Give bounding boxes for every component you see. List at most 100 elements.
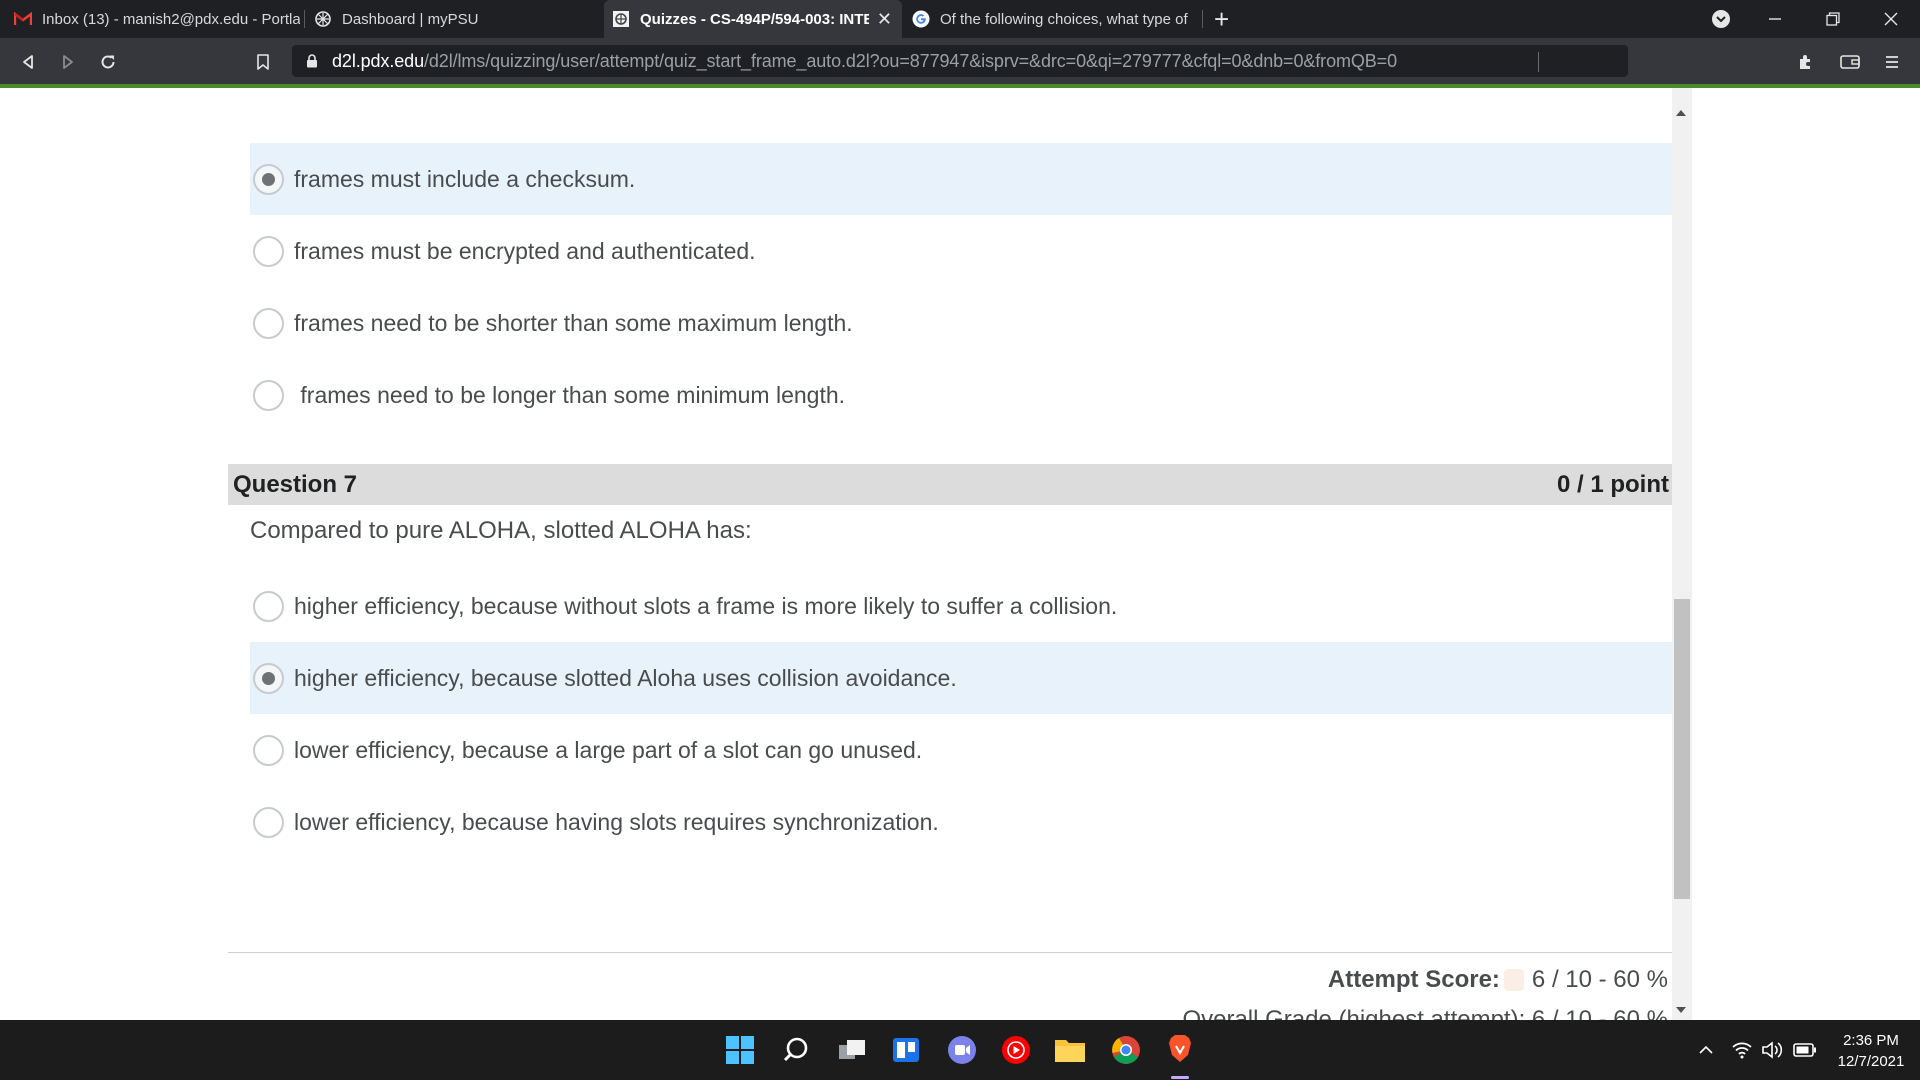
question-title: Question 7 xyxy=(233,471,358,498)
radio-button[interactable] xyxy=(253,235,284,267)
tab-label: Dashboard | myPSU xyxy=(342,10,479,28)
option-label: frames must include a checksum. xyxy=(294,165,636,192)
forward-arrow-icon xyxy=(63,55,73,69)
restore-icon xyxy=(1826,12,1840,26)
radio-button-selected[interactable] xyxy=(253,163,284,195)
clock-time: 2:36 PM xyxy=(1843,1032,1899,1049)
bookmark-button[interactable] xyxy=(249,48,277,76)
option-label: higher efficiency, because without slots… xyxy=(294,592,1118,619)
tab-search-button[interactable] xyxy=(1698,0,1744,38)
google-icon xyxy=(912,10,930,28)
tab-google-search[interactable]: Of the following choices, what type of xyxy=(912,0,1200,38)
reload-button[interactable] xyxy=(94,48,122,76)
widgets-button[interactable] xyxy=(886,1030,926,1070)
folder-icon xyxy=(1055,1040,1085,1062)
wallet-button[interactable] xyxy=(1836,48,1864,76)
volume-status[interactable] xyxy=(1760,1040,1784,1060)
radio-button-selected[interactable] xyxy=(253,662,284,694)
option-label: lower efficiency, because a large part o… xyxy=(294,736,923,763)
chevron-down-icon xyxy=(1712,10,1730,28)
option-label: frames need to be shorter than some maxi… xyxy=(294,309,853,336)
radio-dot xyxy=(262,671,275,685)
scroll-down-arrow[interactable] xyxy=(1676,1007,1686,1013)
score-indicator xyxy=(1503,969,1524,991)
chrome-button[interactable] xyxy=(1106,1030,1146,1070)
option-label: frames must be encrypted and authenticat… xyxy=(294,237,756,264)
tab-label: Quizzes - CS-494P/594-003: INTE xyxy=(640,10,869,28)
wifi-status[interactable] xyxy=(1730,1040,1754,1060)
active-app-indicator xyxy=(1171,1076,1189,1079)
quiz-content: frames must include a checksum. frames m… xyxy=(0,88,1920,1020)
start-button[interactable] xyxy=(720,1030,760,1070)
battery-status[interactable] xyxy=(1792,1040,1818,1060)
minimize-button[interactable] xyxy=(1752,0,1798,38)
bookmark-icon xyxy=(257,54,269,70)
chevron-up-icon xyxy=(1699,1045,1713,1054)
q6-option-1[interactable]: frames must include a checksum. xyxy=(250,143,1672,215)
close-tab-icon[interactable]: ✕ xyxy=(877,9,892,30)
system-clock[interactable]: 2:36 PM 12/7/2021 xyxy=(1826,1030,1916,1072)
radio-button[interactable] xyxy=(253,307,284,339)
minimize-icon xyxy=(1769,18,1781,20)
close-window-button[interactable] xyxy=(1868,0,1914,38)
scroll-up-arrow[interactable] xyxy=(1676,110,1686,116)
url-path: /d2l/lms/quizzing/user/attempt/quiz_star… xyxy=(423,50,1398,71)
address-bar[interactable]: d2l.pdx.edu/d2l/lms/quizzing/user/attemp… xyxy=(292,45,1628,77)
show-hidden-icons-button[interactable] xyxy=(1696,1040,1716,1060)
option-label: higher efficiency, because slotted Aloha… xyxy=(294,664,957,691)
extensions-button[interactable] xyxy=(1792,48,1820,76)
puzzle-icon xyxy=(1800,55,1810,69)
q7-option-4[interactable]: lower efficiency, because having slots r… xyxy=(250,786,1672,858)
restore-button[interactable] xyxy=(1810,0,1856,38)
address-bar-separator xyxy=(1538,52,1539,72)
teams-chat-button[interactable] xyxy=(942,1030,982,1070)
tab-mypsu[interactable]: Dashboard | myPSU xyxy=(314,0,594,38)
widgets-icon xyxy=(893,1038,919,1062)
scrollbar-thumb[interactable] xyxy=(1674,599,1690,899)
file-explorer-button[interactable] xyxy=(1050,1030,1090,1070)
question-points: 0 / 1 point xyxy=(1556,471,1669,498)
back-button[interactable] xyxy=(14,48,42,76)
clock-date: 12/7/2021 xyxy=(1837,1053,1905,1070)
tab-label: Of the following choices, what type of xyxy=(940,10,1188,28)
score-divider xyxy=(228,952,1672,953)
q7-option-1[interactable]: higher efficiency, because without slots… xyxy=(250,570,1672,642)
q7-option-2[interactable]: higher efficiency, because slotted Aloha… xyxy=(250,642,1672,714)
overall-grade: Overall Grade (highest attempt): 6 / 10 … xyxy=(1182,1006,1668,1020)
windows-taskbar: 2:36 PM 12/7/2021 xyxy=(0,1020,1920,1080)
youtube-music-button[interactable] xyxy=(996,1030,1036,1070)
search-button[interactable] xyxy=(776,1030,816,1070)
wallet-icon xyxy=(1840,55,1860,69)
question-7-header: Question 7 0 / 1 point xyxy=(228,464,1672,505)
speaker-icon xyxy=(1762,1041,1783,1059)
close-icon xyxy=(1884,12,1898,26)
windows-logo-icon xyxy=(726,1036,754,1064)
menu-button[interactable] xyxy=(1878,48,1906,76)
chrome-icon xyxy=(1112,1036,1140,1064)
q6-option-4[interactable]: frames need to be longer than some minim… xyxy=(250,359,1672,431)
new-tab-button[interactable]: + xyxy=(1214,4,1229,34)
brave-browser-button[interactable] xyxy=(1160,1030,1200,1070)
teams-chat-icon xyxy=(948,1036,976,1064)
radio-button[interactable] xyxy=(253,379,284,411)
tab-quizzes[interactable]: Quizzes - CS-494P/594-003: INTE ✕ xyxy=(604,0,902,38)
battery-icon xyxy=(1793,1043,1816,1057)
q7-option-3[interactable]: lower efficiency, because a large part o… xyxy=(250,714,1672,786)
radio-button[interactable] xyxy=(253,590,284,622)
attempt-score-value: 6 / 10 - 60 % xyxy=(1531,966,1668,993)
q6-option-3[interactable]: frames need to be shorter than some maxi… xyxy=(250,287,1672,359)
tab-gmail[interactable]: Inbox (13) - manish2@pdx.edu - Portla xyxy=(14,0,300,38)
gmail-icon xyxy=(14,10,32,28)
task-view-button[interactable] xyxy=(832,1030,872,1070)
psu-icon xyxy=(314,10,332,28)
hamburger-menu-icon xyxy=(1886,56,1898,68)
q6-option-2[interactable]: frames must be encrypted and authenticat… xyxy=(250,215,1672,287)
attempt-score: Attempt Score: 6 / 10 - 60 % xyxy=(1328,966,1668,994)
d2l-icon xyxy=(612,10,630,28)
forward-button[interactable] xyxy=(54,48,82,76)
reload-icon xyxy=(101,55,115,69)
lock-icon xyxy=(306,54,320,68)
task-view-icon xyxy=(839,1040,865,1059)
radio-button[interactable] xyxy=(253,806,284,838)
radio-button[interactable] xyxy=(253,734,284,766)
